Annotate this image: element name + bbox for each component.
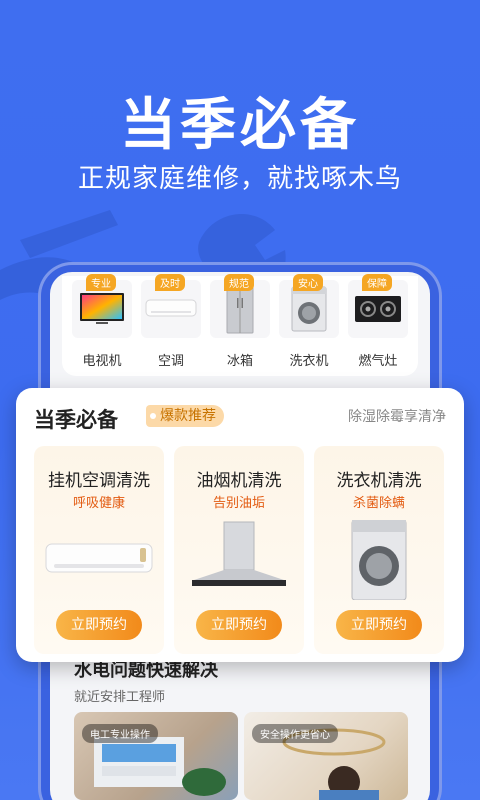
air-conditioner-icon xyxy=(145,299,197,317)
category-tag: 保障 xyxy=(362,274,392,291)
service-name: 油烟机清洗 xyxy=(196,471,282,491)
category-label: 燃气灶 xyxy=(358,354,398,369)
category-stove[interactable]: 保障 燃气灶 xyxy=(346,274,410,376)
range-hood-icon xyxy=(192,521,286,586)
service-name: 挂机空调清洗 xyxy=(48,471,150,491)
service-desc: 杀菌除螨 xyxy=(352,496,405,511)
book-button[interactable]: 立即预约 xyxy=(336,610,422,640)
service-name: 洗衣机清洗 xyxy=(336,471,422,491)
category-tag: 安心 xyxy=(293,274,323,291)
card-tagline[interactable]: 除湿除霉享清净 xyxy=(348,406,446,426)
hot-badge: 爆款推荐 xyxy=(146,405,224,427)
category-ac[interactable]: 及时 空调 xyxy=(139,274,203,376)
service-desc: 告别油垢 xyxy=(212,496,265,511)
fridge-icon xyxy=(226,284,254,334)
service-item-washer-clean[interactable]: 洗衣机清洗 杀菌除螨 立即预约 xyxy=(314,446,444,654)
air-conditioner-icon xyxy=(45,543,153,573)
book-button[interactable]: 立即预约 xyxy=(196,610,282,640)
category-label: 洗衣机 xyxy=(289,354,329,369)
gas-stove-icon xyxy=(355,296,401,322)
category-label: 电视机 xyxy=(82,354,122,369)
season-card: 当季必备 爆款推荐 除湿除霉享清净 挂机空调清洗 呼吸健康 立即预约 油烟机清洗… xyxy=(16,388,464,662)
hero-title: 当季必备 xyxy=(120,93,360,158)
category-row: 专业 电视机 及时 空调 规范 冰箱 安心 洗衣机 保障 燃气灶 xyxy=(62,274,418,376)
category-tag: 规范 xyxy=(224,274,254,291)
section-subtitle: 就近安排工程师 xyxy=(74,690,166,705)
category-tv[interactable]: 专业 电视机 xyxy=(70,274,134,376)
installer-photo[interactable]: 安全操作更省心 xyxy=(244,712,408,800)
electrician-photo[interactable]: 电工专业操作 xyxy=(74,712,238,800)
category-tag: 专业 xyxy=(86,274,116,291)
service-item-ac-clean[interactable]: 挂机空调清洗 呼吸健康 立即预约 xyxy=(34,446,164,654)
photo-tag: 电工专业操作 xyxy=(82,724,158,743)
book-button[interactable]: 立即预约 xyxy=(56,610,142,640)
category-fridge[interactable]: 规范 冰箱 xyxy=(208,274,272,376)
washing-machine-icon xyxy=(291,286,327,332)
category-washer[interactable]: 安心 洗衣机 xyxy=(277,274,341,376)
category-tag: 及时 xyxy=(155,274,185,291)
card-title: 当季必备 xyxy=(34,408,118,432)
service-desc: 呼吸健康 xyxy=(72,496,125,511)
washing-machine-icon xyxy=(351,520,407,600)
photo-tag: 安全操作更省心 xyxy=(252,724,338,743)
hero-subtitle: 正规家庭维修，就找啄木鸟 xyxy=(77,164,402,194)
category-label: 空调 xyxy=(157,354,184,369)
category-label: 冰箱 xyxy=(226,354,253,369)
tv-icon xyxy=(80,293,124,324)
service-item-hood-clean[interactable]: 油烟机清洗 告别油垢 立即预约 xyxy=(174,446,304,654)
